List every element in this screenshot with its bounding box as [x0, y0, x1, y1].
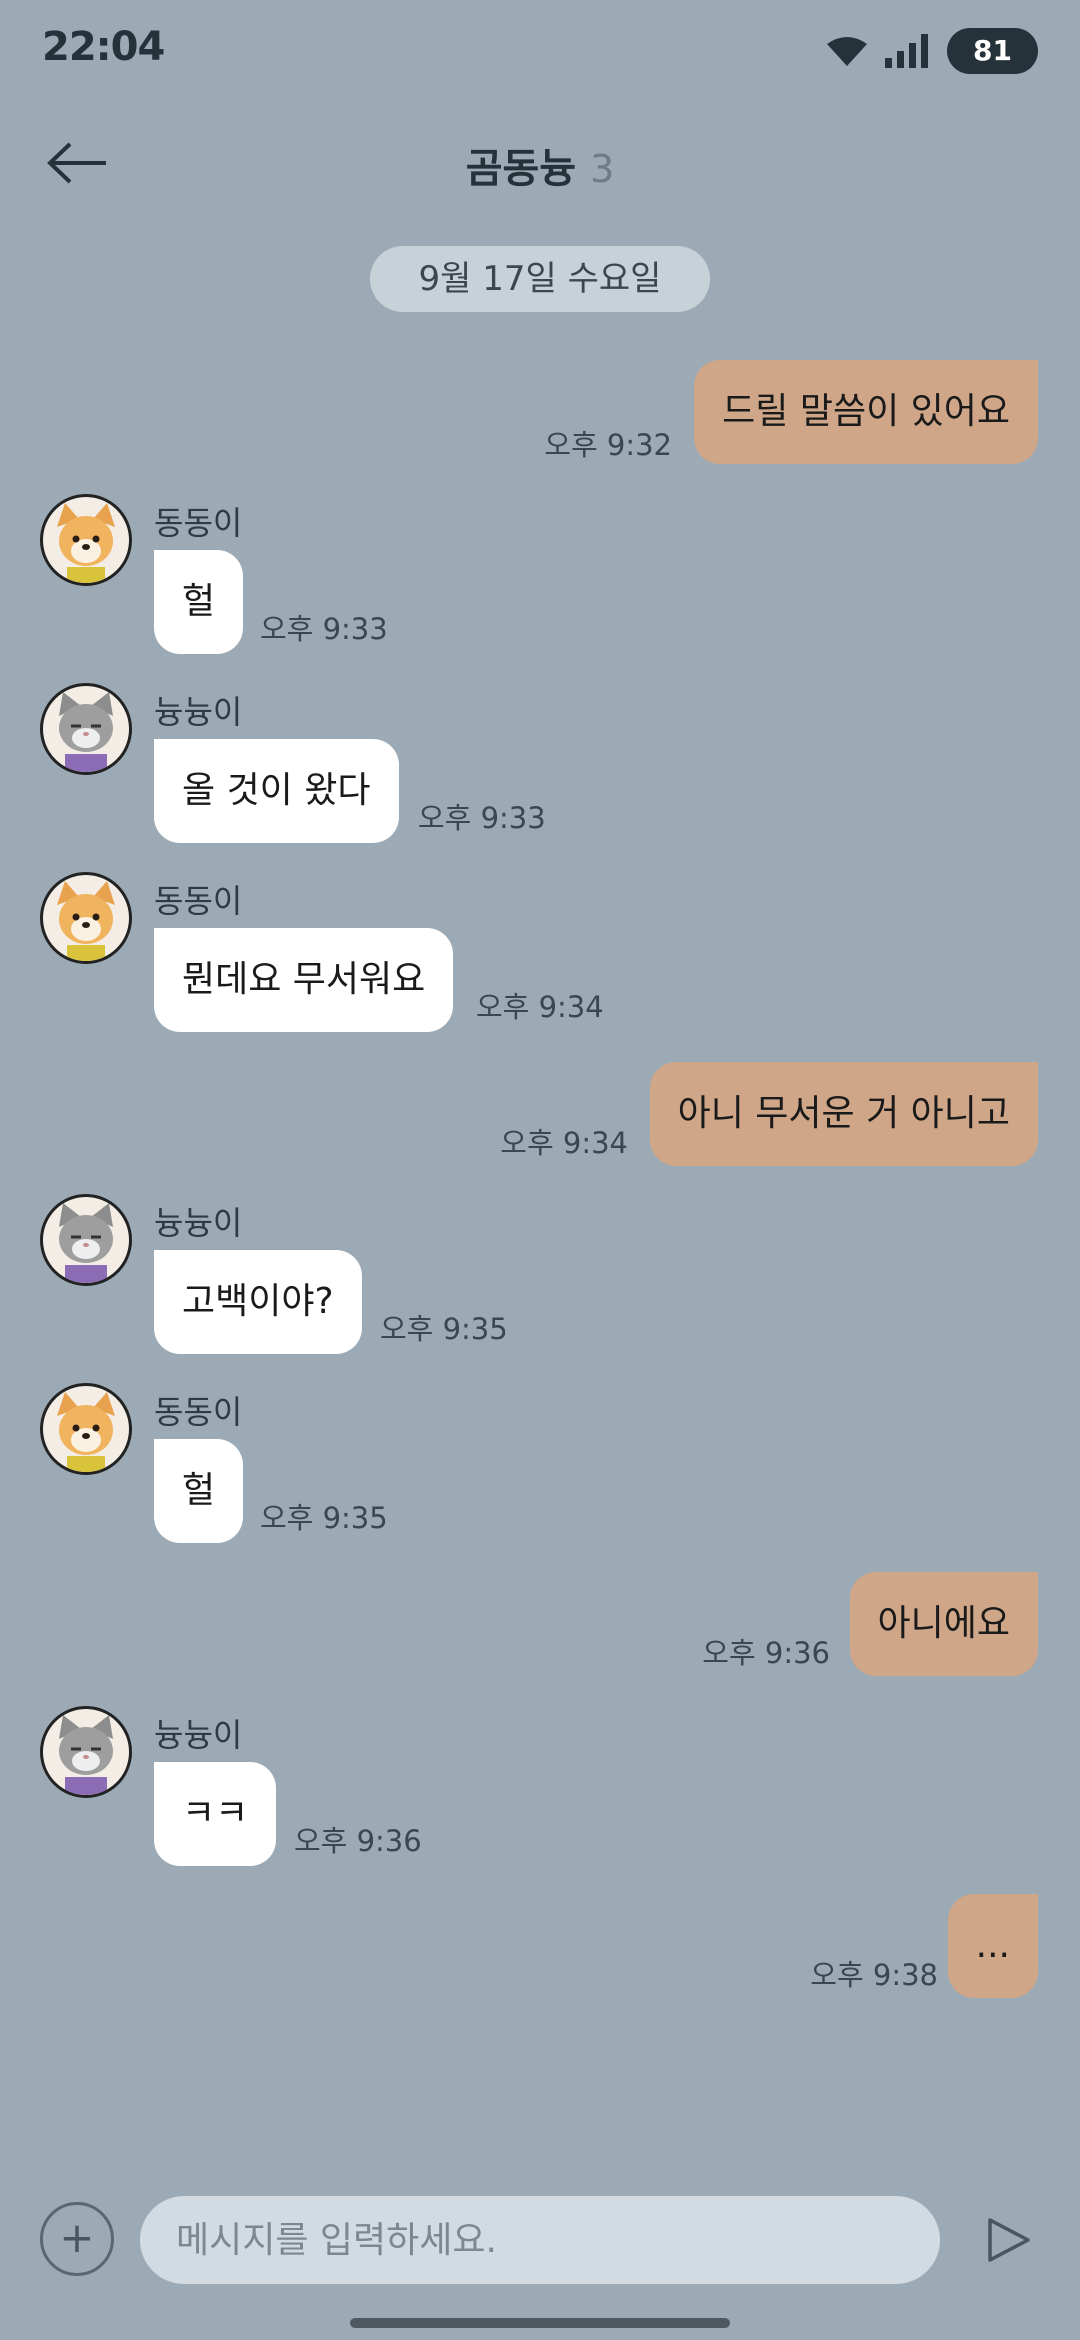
message-time: 오후 9:36: [294, 1824, 422, 1858]
chat-title-group: 곰동늉 3: [0, 136, 1080, 194]
message-time: 오후 9:38: [810, 1958, 938, 1992]
message-bubble-incoming[interactable]: 뭔데요 무서워요: [154, 928, 454, 1032]
send-icon: [988, 2218, 1030, 2262]
dog-icon: [57, 503, 115, 583]
sender-name: 동동이: [154, 882, 243, 920]
cat-icon: [59, 1203, 113, 1283]
sender-name: 늉늉이: [154, 1204, 243, 1242]
message-time: 오후 9:34: [476, 990, 604, 1024]
message-time: 오후 9:33: [260, 612, 388, 646]
wifi-icon: [827, 37, 868, 66]
message-input-bar: +: [0, 2180, 1080, 2300]
signal-icon: [885, 34, 929, 68]
cat-avatar[interactable]: [40, 683, 132, 775]
message-time: 오후 9:35: [260, 1501, 388, 1535]
sender-name: 동동이: [154, 504, 243, 542]
cat-icon: [59, 692, 113, 772]
message-bubble-outgoing[interactable]: ...: [947, 1894, 1038, 1998]
sender-name: 동동이: [154, 1393, 243, 1431]
attach-button[interactable]: +: [40, 2202, 114, 2276]
message-time: 오후 9:32: [544, 428, 672, 462]
status-time: 22:04: [42, 24, 165, 70]
message-time: 오후 9:33: [418, 801, 546, 835]
message-time: 오후 9:34: [500, 1126, 628, 1160]
message-input[interactable]: [140, 2196, 940, 2284]
sender-name: 늉늉이: [154, 1716, 243, 1754]
chat-header: 곰동늉 3: [0, 120, 1080, 210]
member-count: 3: [590, 147, 615, 191]
message-bubble-incoming[interactable]: 올 것이 왔다: [154, 739, 399, 843]
message-bubble-outgoing[interactable]: 아니 무서운 거 아니고: [649, 1062, 1038, 1166]
message-time: 오후 9:35: [380, 1312, 508, 1346]
sender-name: 늉늉이: [154, 693, 243, 731]
message-time: 오후 9:36: [702, 1636, 830, 1670]
battery-indicator: 81: [947, 28, 1038, 74]
status-bar: 22:04 81: [0, 0, 1080, 100]
message-bubble-incoming[interactable]: 헐: [154, 550, 244, 654]
message-bubble-outgoing[interactable]: 아니에요: [849, 1572, 1038, 1676]
home-indicator: [350, 2318, 730, 2328]
cat-icon: [59, 1715, 113, 1795]
status-icons: 81: [827, 28, 1038, 74]
dog-avatar[interactable]: [40, 872, 132, 964]
plus-icon: +: [59, 2213, 95, 2262]
date-divider: 9월 17일 수요일: [370, 246, 710, 312]
dog-avatar[interactable]: [40, 1383, 132, 1475]
cat-avatar[interactable]: [40, 1706, 132, 1798]
dog-icon: [57, 1392, 115, 1472]
message-bubble-outgoing[interactable]: 드릴 말씀이 있어요: [694, 360, 1038, 464]
cat-avatar[interactable]: [40, 1194, 132, 1286]
message-bubble-incoming[interactable]: 고백이야?: [154, 1250, 362, 1354]
message-bubble-incoming[interactable]: 헐: [154, 1439, 244, 1543]
message-bubble-incoming[interactable]: ㅋㅋ: [154, 1762, 277, 1866]
send-button[interactable]: [978, 2210, 1038, 2270]
dog-avatar[interactable]: [40, 494, 132, 586]
chat-title: 곰동늉: [465, 146, 577, 192]
dog-icon: [57, 881, 115, 961]
